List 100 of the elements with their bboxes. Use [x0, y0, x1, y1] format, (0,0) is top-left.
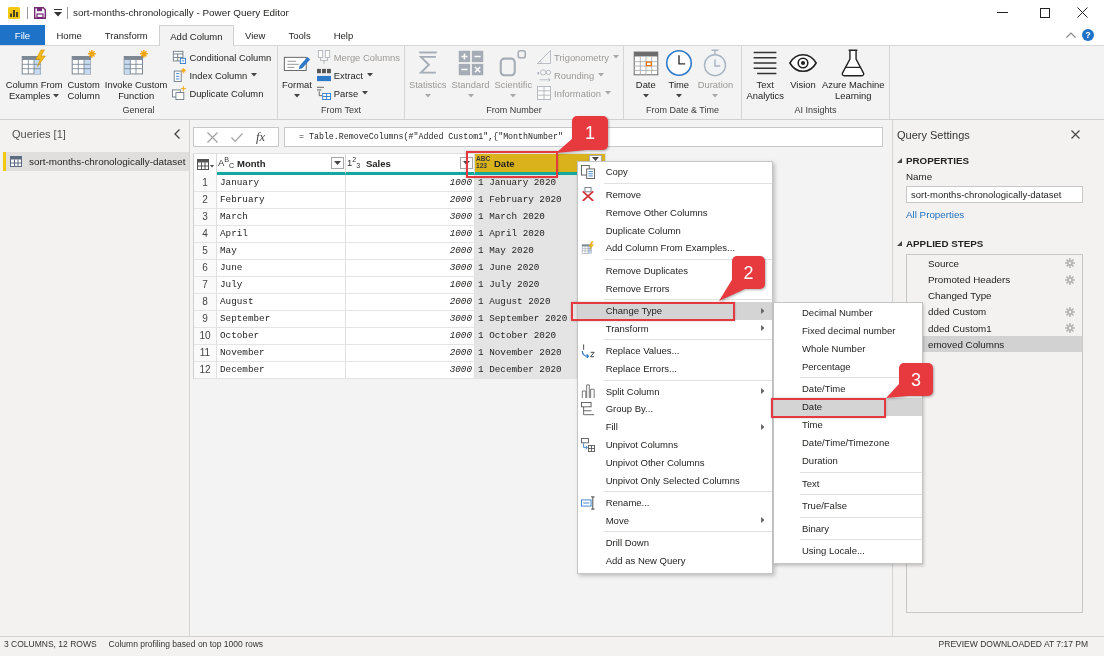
row-number: 1	[194, 175, 217, 192]
menu-item[interactable]: Date/Time	[774, 380, 852, 398]
menu-item[interactable]: Time	[774, 415, 829, 434]
table-cell: February	[217, 192, 346, 209]
menu-item[interactable]: Remove Errors	[578, 279, 676, 298]
ribbon-button[interactable]: Azure Machine Learning	[819, 46, 887, 104]
menu-item[interactable]: Date/Time/Timezone	[774, 433, 896, 452]
table-lightning-icon	[20, 49, 49, 77]
menu-item[interactable]: Add as New Query	[578, 551, 692, 570]
ribbon-tab[interactable]: Home	[45, 25, 94, 45]
ribbon-button[interactable]: Extract	[314, 66, 402, 84]
table-cell: 3000	[346, 209, 475, 226]
ribbon-button[interactable]: Custom Column	[65, 46, 102, 104]
copy-icon	[581, 165, 595, 179]
menu-item[interactable]: Fixed decimal number	[774, 321, 902, 340]
table-cell: 1 July 2020	[475, 277, 577, 294]
all-properties-link[interactable]: All Properties	[906, 209, 965, 221]
table-cell: 1 June 2020	[475, 260, 577, 277]
applied-step[interactable]: Promoted Headers	[907, 271, 1082, 288]
help-button[interactable]: ?	[1082, 29, 1094, 41]
maximize-icon[interactable]	[1040, 7, 1050, 18]
menu-item[interactable]: Decimal Number	[774, 303, 879, 322]
triangle-icon	[537, 50, 552, 64]
ribbon-button[interactable]: Date	[629, 46, 662, 104]
ribbon-button[interactable]: Time	[662, 46, 695, 104]
column-header[interactable]: A$^{B}$$_{C}$ Month	[217, 154, 346, 175]
ribbon-button[interactable]: Vision	[786, 46, 819, 104]
menu-item[interactable]: Move	[578, 511, 772, 530]
table-cell: 3000	[346, 260, 475, 277]
menu-item[interactable]: Remove Duplicates	[578, 261, 695, 280]
ribbon-button[interactable]: Column From Examples	[3, 46, 65, 104]
menu-item[interactable]: Percentage	[774, 357, 857, 376]
ribbon-tab[interactable]: Add Column	[159, 25, 234, 46]
save-icon[interactable]	[34, 6, 46, 19]
menu-item[interactable]: Unpivot Columns	[578, 435, 685, 454]
ribbon-tab[interactable]: Help	[322, 25, 365, 45]
ribbon-tab[interactable]: View	[233, 25, 277, 45]
ribbon-group-label: General	[121, 104, 156, 117]
menu-item[interactable]: Duplicate Column	[578, 221, 687, 239]
ribbon-button[interactable]: Invoke Custom Function	[102, 46, 170, 104]
ribbon-button[interactable]: Text Analytics	[744, 46, 786, 104]
applied-step[interactable]: dded Custom1	[907, 320, 1082, 337]
menu-item[interactable]: Fill	[578, 417, 772, 436]
column-header[interactable]: 1$^{2}$$_{3}$ Sales	[346, 154, 475, 175]
row-number: 8	[194, 294, 217, 311]
query-item[interactable]: sort-months-chronologically-dataset	[3, 152, 189, 171]
ribbon-tab[interactable]: Tools	[277, 25, 323, 45]
menu-item[interactable]: Replace Values...	[578, 342, 686, 360]
close-icon[interactable]	[1077, 7, 1088, 18]
ribbon-tab[interactable]: File	[0, 25, 45, 45]
ribbon-button[interactable]: Format	[280, 46, 314, 104]
menu-item[interactable]: Date	[774, 397, 922, 416]
menu-item[interactable]: Unpivot Other Columns	[578, 453, 711, 472]
applied-step[interactable]: Changed Type	[907, 287, 1082, 304]
menu-item[interactable]: Remove	[578, 185, 648, 204]
applied-step[interactable]: dded Custom	[907, 303, 1082, 321]
row-number: 7	[194, 277, 217, 294]
menu-item[interactable]: Group By...	[578, 400, 660, 418]
field-label: Name	[906, 171, 933, 183]
menu-item[interactable]: Duration	[774, 451, 844, 470]
table-cell: 1 August 2020	[475, 294, 577, 311]
menu-item[interactable]: Drill Down	[578, 534, 655, 552]
bar-chart-logo-icon	[8, 6, 20, 19]
close-icon[interactable]	[1071, 130, 1080, 139]
callout-number: 3	[911, 369, 921, 390]
collapse-ribbon-icon[interactable]	[1066, 32, 1076, 38]
expanded-triangle-icon[interactable]	[897, 157, 902, 163]
grid-icon	[537, 86, 552, 100]
check-icon[interactable]	[230, 132, 243, 142]
menu-item[interactable]: Replace Errors...	[578, 359, 683, 378]
menu-item[interactable]: Split Column	[578, 382, 772, 401]
menu-item[interactable]: Using Locale...	[774, 541, 871, 560]
menu-item[interactable]: Whole Number	[774, 339, 872, 358]
expanded-triangle-icon[interactable]	[897, 240, 902, 246]
status-text: 3 COLUMNS, 12 ROWS	[4, 638, 97, 651]
ribbon-button[interactable]: Conditional Column	[170, 48, 274, 66]
cancel-icon[interactable]	[207, 131, 218, 143]
section-heading: PROPERTIES	[906, 154, 970, 166]
ribbon-tab[interactable]: Transform	[93, 25, 160, 45]
column-sparkle-icon	[172, 68, 187, 82]
applied-step[interactable]: Source	[907, 255, 1082, 272]
customize-dropdown-icon[interactable]	[54, 8, 62, 17]
menu-item[interactable]: Binary	[774, 519, 835, 538]
menu-item[interactable]: Transform	[578, 319, 772, 338]
collapse-chevron-icon[interactable]	[174, 128, 180, 139]
menu-item[interactable]: Unpivot Only Selected Columns	[578, 471, 746, 490]
name-field[interactable]: sort-months-chronologically-dataset	[906, 186, 1083, 203]
ribbon-button[interactable]: Index Column	[170, 66, 274, 84]
column-menu-button[interactable]	[331, 157, 344, 169]
menu-item[interactable]: Text	[774, 474, 826, 493]
ribbon-button[interactable]: Parse	[314, 84, 402, 102]
insert-function-button[interactable]: fx	[255, 130, 265, 144]
table-menu-icon[interactable]	[196, 159, 214, 170]
menu-item[interactable]: True/False	[774, 496, 854, 515]
clock-icon	[664, 49, 693, 77]
menu-item[interactable]: Rename...	[578, 493, 656, 512]
menu-item[interactable]: Add Column From Examples...	[578, 238, 742, 257]
ribbon-button[interactable]: Duplicate Column	[170, 84, 274, 102]
row-number: 11	[194, 345, 217, 362]
menu-item[interactable]: Remove Other Columns	[578, 203, 714, 222]
